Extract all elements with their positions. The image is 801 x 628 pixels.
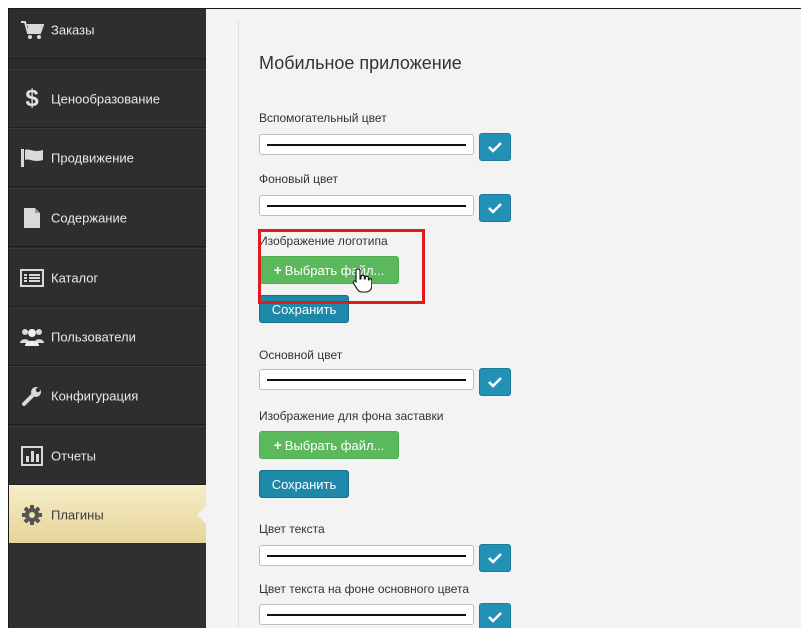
choose-file-label: Выбрать файл... (284, 437, 385, 453)
sidebar-item-pricing[interactable]: $ Ценообразование (9, 69, 206, 128)
background-color-confirm-button[interactable] (479, 194, 511, 222)
sidebar-item-label: Продвижение (51, 150, 134, 165)
page-title: Мобильное приложение (259, 53, 462, 73)
users-icon (19, 326, 45, 348)
color-swatch-line (267, 614, 466, 616)
background-color-label: Фоновый цвет (259, 172, 339, 186)
list-icon (19, 267, 45, 289)
dollar-icon: $ (25, 84, 39, 112)
splash-save-button[interactable]: Сохранить (259, 470, 349, 498)
text-on-primary-color-label: Цвет текста на фоне основного цвета (259, 582, 470, 596)
sidebar-item-label: Пользователи (51, 329, 136, 344)
hand-pointer-icon (352, 268, 372, 293)
sidebar-item-promotion[interactable]: Продвижение (9, 128, 206, 187)
text-color-input[interactable] (259, 545, 474, 566)
document-icon (19, 207, 45, 229)
check-icon (488, 377, 502, 388)
wrench-icon (19, 385, 45, 407)
main-panel: Мобильное приложение Вспомогательный цве… (238, 19, 801, 628)
color-swatch-line (267, 205, 466, 207)
sidebar-item-users[interactable]: Пользователи (9, 307, 206, 366)
sidebar-item-orders[interactable]: Заказы (9, 9, 206, 59)
sidebar-item-catalog[interactable]: Каталог (9, 248, 206, 307)
color-swatch-line (267, 555, 466, 557)
plus-icon: + (273, 437, 282, 453)
highlight-annotation (258, 229, 425, 304)
secondary-color-input[interactable] (259, 134, 474, 155)
sidebar-item-reports[interactable]: Отчеты (9, 426, 206, 485)
sidebar-item-plugins[interactable]: Плагины (9, 485, 206, 544)
sidebar-item-label: Содержание (51, 210, 127, 225)
splash-choose-file-button[interactable]: + Выбрать файл... (259, 431, 399, 459)
text-color-label: Цвет текста (259, 522, 325, 536)
check-icon (488, 142, 502, 153)
flag-icon (19, 147, 45, 169)
primary-color-confirm-button[interactable] (479, 368, 511, 396)
text-color-confirm-button[interactable] (479, 544, 511, 572)
gear-icon (19, 504, 45, 526)
sidebar-item-configuration[interactable]: Конфигурация (9, 366, 206, 425)
splash-background-label: Изображение для фона заставки (259, 409, 444, 423)
sidebar-item-label: Конфигурация (51, 388, 139, 403)
background-color-input[interactable] (259, 195, 474, 216)
check-icon (488, 203, 502, 214)
sidebar: Заказы $ Ценообразование Продвижение Сод… (9, 9, 206, 628)
secondary-color-confirm-button[interactable] (479, 133, 511, 161)
primary-color-label: Основной цвет (259, 348, 343, 362)
sidebar-empty-area (9, 543, 206, 628)
sidebar-item-content[interactable]: Содержание (9, 188, 206, 247)
sidebar-item-label: Каталог (51, 270, 99, 285)
sidebar-item-label: Ценообразование (51, 91, 160, 106)
check-icon (488, 612, 502, 623)
save-label: Сохранить (271, 476, 337, 492)
sidebar-item-label: Плагины (51, 507, 104, 522)
cart-icon (19, 19, 45, 41)
color-swatch-line (267, 144, 466, 146)
sidebar-item-label: Отчеты (51, 448, 96, 463)
text-on-primary-color-confirm-button[interactable] (479, 603, 511, 628)
text-on-primary-color-input[interactable] (259, 604, 474, 625)
sidebar-item-label: Заказы (51, 22, 95, 37)
secondary-color-label: Вспомогательный цвет (259, 111, 387, 125)
check-icon (488, 553, 502, 564)
bar-chart-icon (19, 445, 45, 467)
color-swatch-line (267, 379, 466, 381)
app-frame: Заказы $ Ценообразование Продвижение Сод… (8, 8, 801, 628)
primary-color-input[interactable] (259, 369, 474, 390)
